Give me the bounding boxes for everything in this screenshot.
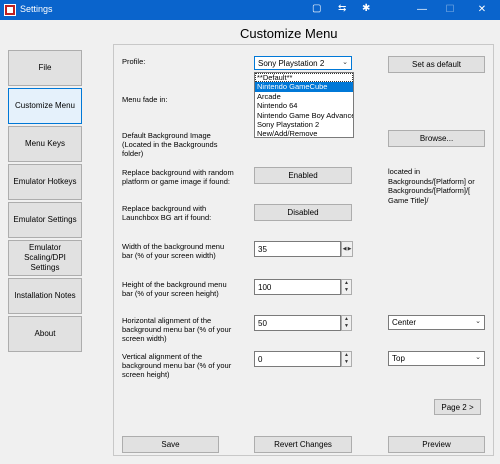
profile-option[interactable]: **Default** [255, 73, 353, 83]
preview-button[interactable]: Preview [388, 436, 485, 453]
browse-button[interactable]: Browse... [388, 130, 485, 147]
revert-changes-button[interactable]: Revert Changes [254, 436, 352, 453]
save-button[interactable]: Save [122, 436, 219, 453]
remote-icon[interactable]: ⇆ [338, 3, 346, 14]
profile-option[interactable]: Nintendo GameCube [255, 82, 353, 92]
page-title: Customize Menu [240, 26, 338, 41]
chevron-down-icon: ⌄ [475, 318, 481, 325]
nav-menu-keys[interactable]: Menu Keys [8, 126, 82, 162]
close-button[interactable]: ✕ [468, 0, 496, 20]
width-input[interactable]: 35 [254, 241, 341, 257]
nav-customize-menu[interactable]: Customize Menu [8, 88, 82, 124]
replace-launchbox-toggle[interactable]: Disabled [254, 204, 352, 221]
width-stepper[interactable]: ◀ ▶ [341, 241, 353, 257]
height-input[interactable]: 100 [254, 279, 341, 295]
replace-launchbox-label: Replace background with Launchbox BG art… [122, 204, 212, 222]
width-label: Width of the background menu bar (% of y… [122, 242, 225, 260]
height-stepper[interactable]: ▲ ▼ [341, 279, 352, 295]
chevron-down-icon: ⌄ [342, 59, 348, 66]
v-align-selected: Top [392, 354, 405, 363]
h-align-select[interactable]: Center ⌄ [388, 315, 485, 330]
nav-file[interactable]: File [8, 50, 82, 86]
profile-option[interactable]: New/Add/Remove [255, 129, 353, 138]
replace-platform-toggle[interactable]: Enabled [254, 167, 352, 184]
minimize-button[interactable]: — [408, 0, 436, 20]
profile-dropdown-list: **Default** Nintendo GameCube Arcade Nin… [254, 72, 354, 138]
height-label: Height of the background menu bar (% of … [122, 280, 227, 298]
h-align-stepper[interactable]: ▲ ▼ [341, 315, 352, 331]
profile-selected: Sony Playstation 2 [258, 58, 325, 68]
app-icon [4, 4, 16, 16]
next-page-button[interactable]: Page 2 > [434, 399, 481, 415]
profile-option[interactable]: Nintendo Game Boy Advance [255, 111, 353, 120]
title-bar: Settings ▢ ⇆ ✱ — ☐ ✕ [0, 0, 500, 20]
window-content: Customize Menu File Customize Menu Menu … [0, 20, 500, 464]
background-label: Default Background Image (Located in the… [122, 131, 218, 158]
nav-installation-notes[interactable]: Installation Notes [8, 278, 82, 314]
pin-icon[interactable]: ✱ [362, 3, 370, 14]
profile-option[interactable]: Sony Playstation 2 [255, 120, 353, 129]
set-default-button[interactable]: Set as default [388, 56, 485, 73]
nav-emulator-settings[interactable]: Emulator Settings [8, 202, 82, 238]
v-align-input[interactable]: 0 [254, 351, 341, 367]
tool-icon[interactable]: ▢ [312, 3, 321, 14]
nav-emulator-scaling[interactable]: Emulator Scaling/DPI Settings [8, 240, 82, 276]
replace-platform-label: Replace background with random platform … [122, 168, 234, 186]
chevron-down-icon: ⌄ [475, 354, 481, 361]
profile-label: Profile: [122, 57, 146, 66]
v-align-select[interactable]: Top ⌄ [388, 351, 485, 366]
v-align-stepper[interactable]: ▲ ▼ [341, 351, 352, 367]
background-path-note: located in Backgrounds/[Platform] or Bac… [388, 167, 475, 205]
maximize-button[interactable]: ☐ [436, 0, 464, 20]
nav-emulator-hotkeys[interactable]: Emulator Hotkeys [8, 164, 82, 200]
h-align-input[interactable]: 50 [254, 315, 341, 331]
nav-about[interactable]: About [8, 316, 82, 352]
window-title: Settings [20, 4, 53, 14]
v-align-label: Vertical alignment of the background men… [122, 352, 232, 379]
h-align-label: Horizontal alignment of the background m… [122, 316, 232, 343]
profile-select[interactable]: Sony Playstation 2 ⌄ [254, 56, 352, 70]
h-align-selected: Center [392, 318, 417, 327]
fade-label: Menu fade in: [122, 95, 168, 104]
profile-option[interactable]: Nintendo 64 [255, 101, 353, 110]
profile-option[interactable]: Arcade [255, 92, 353, 101]
